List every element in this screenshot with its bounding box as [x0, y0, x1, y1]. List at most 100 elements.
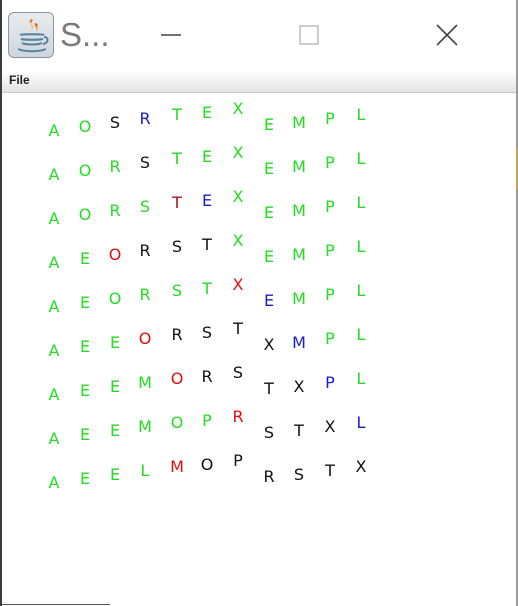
grid-letter: R	[139, 109, 151, 128]
grid-letter: X	[232, 275, 244, 294]
grid-letter: M	[138, 373, 152, 392]
grid-letter: T	[172, 105, 182, 124]
grid-letter: M	[292, 333, 306, 352]
grid-letter: O	[78, 161, 92, 180]
grid-letter: E	[109, 333, 121, 352]
grid-letter: A	[48, 429, 60, 448]
grid-letter: R	[263, 467, 275, 486]
grid-letter: X	[232, 99, 244, 118]
grid-letter: S	[171, 281, 183, 300]
grid-letter: A	[48, 253, 60, 272]
grid-letter: E	[79, 337, 91, 356]
grid-letter: R	[232, 407, 244, 426]
grid-letter: M	[138, 417, 152, 436]
java-coffee-cup-icon[interactable]	[8, 12, 54, 58]
grid-letter: O	[170, 413, 184, 432]
grid-letter: R	[109, 157, 121, 176]
grid-letter: P	[325, 197, 335, 216]
minimize-icon[interactable]	[148, 14, 194, 56]
grid-letter: M	[292, 157, 306, 176]
grid-letter: L	[356, 237, 366, 256]
grid-letter: X	[355, 457, 367, 476]
grid-letter: O	[78, 117, 92, 136]
grid-letter: S	[201, 323, 213, 342]
grid-letter: L	[356, 105, 366, 124]
app-window: S... File AOSRTEXEMPLAORSTEXEMPLAORSTEXE…	[0, 0, 518, 606]
grid-letter: X	[232, 143, 244, 162]
grid-letter: O	[108, 245, 122, 264]
maximize-icon[interactable]	[286, 14, 332, 56]
grid-letter: L	[356, 281, 366, 300]
grid-letter: P	[325, 285, 335, 304]
grid-letter: L	[356, 369, 366, 388]
grid-letter: A	[48, 165, 60, 184]
grid-letter: E	[201, 147, 213, 166]
grid-letter: P	[202, 411, 212, 430]
grid-letter: O	[78, 205, 92, 224]
grid-letter: P	[325, 329, 335, 348]
grid-letter: X	[232, 187, 244, 206]
grid-letter: T	[172, 193, 182, 212]
grid-letter: L	[356, 149, 366, 168]
grid-letter: X	[324, 417, 336, 436]
grid-letter: X	[232, 231, 244, 250]
grid-letter: R	[109, 201, 121, 220]
grid-letter: E	[109, 465, 121, 484]
grid-letter: R	[139, 285, 151, 304]
letter-grid-canvas: AOSRTEXEMPLAORSTEXEMPLAORSTEXEMPLAEORSTX…	[2, 93, 516, 606]
menu-bar: File	[2, 70, 516, 93]
grid-letter: L	[356, 413, 366, 432]
grid-letter: L	[356, 325, 366, 344]
grid-letter: S	[171, 237, 183, 256]
grid-letter: P	[325, 373, 335, 392]
grid-letter: L	[356, 193, 366, 212]
grid-letter: T	[202, 279, 212, 298]
grid-letter: X	[293, 377, 305, 396]
grid-letter: S	[139, 153, 151, 172]
grid-letter: O	[108, 289, 122, 308]
grid-letter: P	[325, 241, 335, 260]
grid-letter: E	[263, 291, 275, 310]
grid-letter: A	[48, 341, 60, 360]
grid-letter: A	[48, 209, 60, 228]
grid-letter: E	[201, 103, 213, 122]
grid-letter: E	[109, 377, 121, 396]
grid-letter: O	[200, 455, 214, 474]
grid-letter: A	[48, 473, 60, 492]
grid-letter: S	[263, 423, 275, 442]
grid-letter: S	[139, 197, 151, 216]
grid-letter: S	[232, 363, 244, 382]
grid-letter: M	[170, 457, 184, 476]
bottom-border-segment	[2, 604, 110, 605]
grid-letter: E	[79, 381, 91, 400]
grid-letter: P	[233, 451, 243, 470]
grid-letter: E	[79, 425, 91, 444]
grid-letter: M	[292, 113, 306, 132]
grid-letter: M	[292, 201, 306, 220]
grid-letter: S	[293, 465, 305, 484]
close-icon[interactable]	[424, 14, 470, 56]
grid-letter: O	[138, 329, 152, 348]
grid-letter: T	[172, 149, 182, 168]
grid-letter: E	[201, 191, 213, 210]
grid-letter: S	[109, 113, 121, 132]
grid-letter: R	[139, 241, 151, 260]
grid-letter: P	[325, 109, 335, 128]
grid-letter: M	[292, 245, 306, 264]
grid-letter: E	[79, 469, 91, 488]
grid-letter: E	[263, 159, 275, 178]
grid-letter: O	[170, 369, 184, 388]
grid-letter: M	[292, 289, 306, 308]
grid-letter: E	[263, 203, 275, 222]
grid-letter: X	[263, 335, 275, 354]
window-title: S...	[60, 16, 110, 53]
grid-letter: E	[109, 421, 121, 440]
title-bar[interactable]: S...	[2, 0, 516, 70]
grid-letter: P	[325, 153, 335, 172]
menu-file[interactable]: File	[9, 73, 30, 87]
grid-letter: T	[294, 421, 304, 440]
grid-letter: R	[201, 367, 213, 386]
grid-letter: A	[48, 385, 60, 404]
grid-letter: A	[48, 121, 60, 140]
grid-letter: E	[79, 249, 91, 268]
